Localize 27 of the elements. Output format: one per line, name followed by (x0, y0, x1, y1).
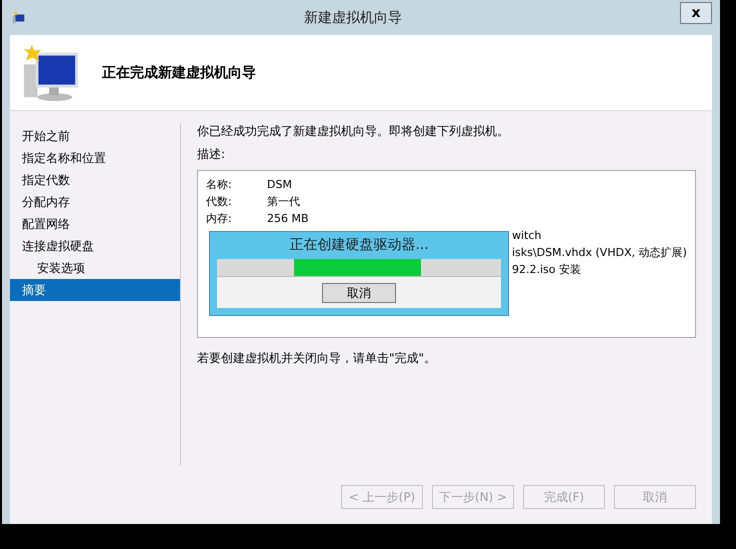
summary-value: DSM (267, 178, 292, 191)
sidebar-item[interactable]: 安装选项 (10, 257, 180, 279)
close-button[interactable]: x (680, 2, 712, 24)
summary-label: 代数: (206, 195, 232, 208)
summary-value: 256 MB (267, 212, 309, 225)
description-label: 描述: (197, 146, 226, 163)
sidebar-item[interactable]: 分配内存 (10, 191, 180, 213)
summary-label: 内存: (206, 212, 232, 225)
sidebar-item[interactable]: 摘要 (10, 279, 180, 301)
summary-value: isks\DSM.vhdx (VHDX, 动态扩展) (512, 245, 687, 260)
instruction-text: 若要创建虚拟机并关闭向导，请单击"完成"。 (197, 350, 438, 367)
computer-icon (12, 10, 26, 24)
window-title: 新建虚拟机向导 (303, 8, 403, 26)
sidebar-item[interactable]: 开始之前 (10, 125, 180, 147)
summary-label: 名称: (206, 178, 232, 191)
sidebar-item[interactable]: 指定名称和位置 (10, 147, 180, 169)
intro-text: 你已经成功完成了新建虚拟机向导。即将创建下列虚拟机。 (197, 123, 510, 140)
sidebar-item[interactable]: 连接虚拟硬盘 (10, 235, 180, 257)
summary-value: 第一代 (267, 194, 300, 209)
dialog-title: 正在创建硬盘驱动器... (288, 236, 430, 255)
summary-value: witch (512, 229, 542, 242)
sidebar-item[interactable]: 指定代数 (10, 169, 180, 191)
summary-value: 92.2.iso 安装 (512, 262, 582, 277)
cancel-button[interactable]: 取消 (322, 283, 396, 303)
sidebar-item[interactable]: 配置网络 (10, 213, 180, 235)
page-heading: 正在完成新建虚拟机向导 (102, 64, 256, 82)
computer-icon (22, 42, 80, 102)
